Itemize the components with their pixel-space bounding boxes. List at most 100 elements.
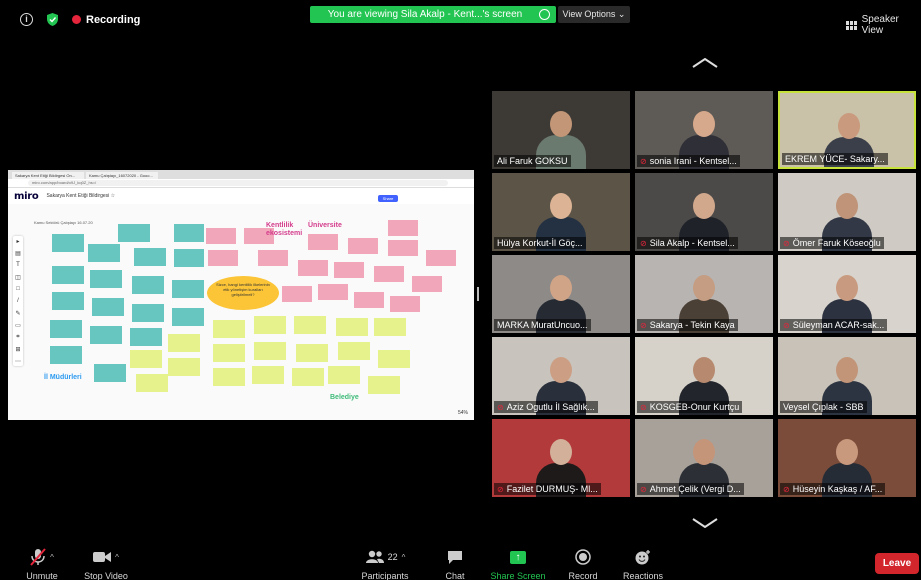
sticky-note[interactable] [132, 304, 164, 322]
comment-icon[interactable]: ▭ [13, 322, 23, 332]
text-icon[interactable]: T [13, 262, 23, 272]
sticky-note[interactable] [334, 262, 364, 278]
participant-video-tile[interactable]: ⊘ Aziz Ogutlu İl Sağlık... [492, 337, 630, 415]
sticky-note[interactable] [328, 366, 360, 384]
sticky-note[interactable] [412, 276, 442, 292]
board-title[interactable]: Sakarya Kent Etiği Bildirgesi ☆ [46, 193, 115, 199]
sticky-note-icon[interactable]: ◫ [13, 274, 23, 284]
participant-video-tile[interactable]: Veysel Çıplak - SBB [778, 337, 916, 415]
sticky-note[interactable] [388, 220, 418, 236]
sticky-note[interactable] [388, 240, 418, 256]
sticky-note[interactable] [354, 292, 384, 308]
sticky-note[interactable] [172, 308, 204, 326]
share-screen-button[interactable]: ↑ Share Screen [488, 548, 548, 580]
miro-share-button[interactable]: Share [378, 195, 398, 202]
sticky-note[interactable] [52, 292, 84, 310]
sticky-note[interactable] [213, 344, 245, 362]
sticky-note[interactable] [174, 224, 204, 242]
sticky-note[interactable] [298, 260, 328, 276]
caret-up-icon[interactable]: ^ [115, 553, 119, 562]
participant-video-tile[interactable]: EKREM YÜCE- Sakary... [778, 91, 916, 169]
sticky-note[interactable] [90, 326, 122, 344]
participant-video-tile[interactable]: ⊘ Fazilet DURMUŞ- Ml... [492, 419, 630, 497]
chevron-down-icon[interactable] [692, 518, 718, 528]
splitter-handle[interactable] [477, 287, 479, 301]
participant-video-tile[interactable]: ⊘ sonia Irani - Kentsel... [635, 91, 773, 169]
sticky-note[interactable] [52, 234, 84, 252]
chat-button[interactable]: Chat [440, 548, 470, 580]
unmute-button[interactable]: ^ Unmute [22, 548, 62, 580]
browser-tab[interactable]: Kamu Çalıştayı_16072020 - Gooo... [86, 172, 158, 179]
speaker-view-button[interactable]: Speaker View [846, 14, 921, 36]
sticky-note[interactable] [336, 318, 368, 336]
sticky-note[interactable] [292, 368, 324, 386]
participant-video-tile[interactable]: Ali Faruk GOKSU [492, 91, 630, 169]
sticky-note[interactable] [136, 374, 168, 392]
participant-video-tile[interactable]: ⊘ Ömer Faruk Köseoğlu [778, 173, 916, 251]
question-bubble[interactable]: Sizce, hangi kentlilik ilkelerinin etik … [207, 276, 279, 310]
sticky-note[interactable] [254, 342, 286, 360]
sticky-note[interactable] [52, 266, 84, 284]
recording-indicator[interactable]: Recording [72, 14, 140, 26]
shape-icon[interactable]: □ [13, 286, 23, 296]
zoom-level[interactable]: 54% [458, 410, 468, 416]
sticky-note[interactable] [90, 270, 122, 288]
caret-up-icon[interactable]: ^ [402, 553, 406, 562]
sticky-note[interactable] [168, 334, 200, 352]
sticky-note[interactable] [172, 280, 204, 298]
view-options-button[interactable]: View Options ⌄ [558, 6, 630, 23]
sticky-note[interactable] [213, 320, 245, 338]
chevron-up-icon[interactable] [692, 58, 718, 68]
url-field[interactable]: miro.com/app/board/o9J_kq0Z_hs=/ [28, 180, 448, 186]
info-icon[interactable]: i [20, 13, 33, 26]
sticky-note[interactable] [130, 350, 162, 368]
shared-screen[interactable]: Sakarya Kent Etiği Bildirgesi On... Kamu… [8, 170, 474, 420]
sticky-note[interactable] [258, 250, 288, 266]
sticky-note[interactable] [426, 250, 456, 266]
participant-video-tile[interactable]: ⊘ Süleyman ACAR-sak... [778, 255, 916, 333]
record-button[interactable]: Record [566, 548, 600, 580]
stop-video-button[interactable]: ^ Stop Video [82, 548, 130, 580]
sticky-note[interactable] [118, 224, 150, 242]
sticky-note[interactable] [134, 248, 166, 266]
sticky-note[interactable] [132, 276, 164, 294]
participant-video-tile[interactable]: ⊘ Hüseyin Kaşkaş / AF... [778, 419, 916, 497]
participant-video-tile[interactable]: ⊘ KOSGEB-Onur Kurtçu [635, 337, 773, 415]
sticky-note[interactable] [318, 284, 348, 300]
caret-up-icon[interactable]: ^ [50, 553, 54, 562]
sticky-note[interactable] [206, 228, 236, 244]
sticky-note[interactable] [252, 366, 284, 384]
sticky-note[interactable] [213, 368, 245, 386]
sticky-note[interactable] [378, 350, 410, 368]
sticky-note[interactable] [308, 234, 338, 250]
sticky-note[interactable] [254, 316, 286, 334]
reactions-button[interactable]: Reactions [620, 548, 666, 580]
sticky-note[interactable] [130, 328, 162, 346]
sticky-note[interactable] [50, 346, 82, 364]
template-icon[interactable]: ▤ [13, 250, 23, 260]
sticky-note[interactable] [374, 266, 404, 282]
sticky-note[interactable] [94, 364, 126, 382]
sticky-note[interactable] [50, 320, 82, 338]
miro-canvas[interactable]: Kamu Sektörü Çalıştayı 16.07.20 ▸ ▤ T ◫ … [8, 204, 474, 420]
leave-button[interactable]: Leave [875, 553, 919, 574]
frame-icon[interactable]: ⌗ [13, 334, 23, 344]
participant-video-tile[interactable]: Hülya Korkut-İl Göç... [492, 173, 630, 251]
sticky-note[interactable] [374, 318, 406, 336]
sticky-note[interactable] [92, 298, 124, 316]
shield-icon[interactable] [47, 13, 58, 26]
participant-video-tile[interactable]: ⊘ Ahmet Çelik (Vergi D... [635, 419, 773, 497]
sticky-note[interactable] [282, 286, 312, 302]
sticky-note[interactable] [296, 344, 328, 362]
participant-video-tile[interactable]: ⊘ Sakarya - Tekin Kaya [635, 255, 773, 333]
more-icon[interactable]: ⋯ [13, 358, 23, 368]
upload-icon[interactable]: ⊞ [13, 346, 23, 356]
sticky-note[interactable] [208, 250, 238, 266]
sticky-note[interactable] [294, 316, 326, 334]
sticky-note[interactable] [338, 342, 370, 360]
sticky-note[interactable] [348, 238, 378, 254]
browser-tab[interactable]: Sakarya Kent Etiği Bildirgesi On... [12, 172, 84, 179]
sticky-note[interactable] [174, 249, 204, 267]
sticky-note[interactable] [168, 358, 200, 376]
sticky-note[interactable] [368, 376, 400, 394]
